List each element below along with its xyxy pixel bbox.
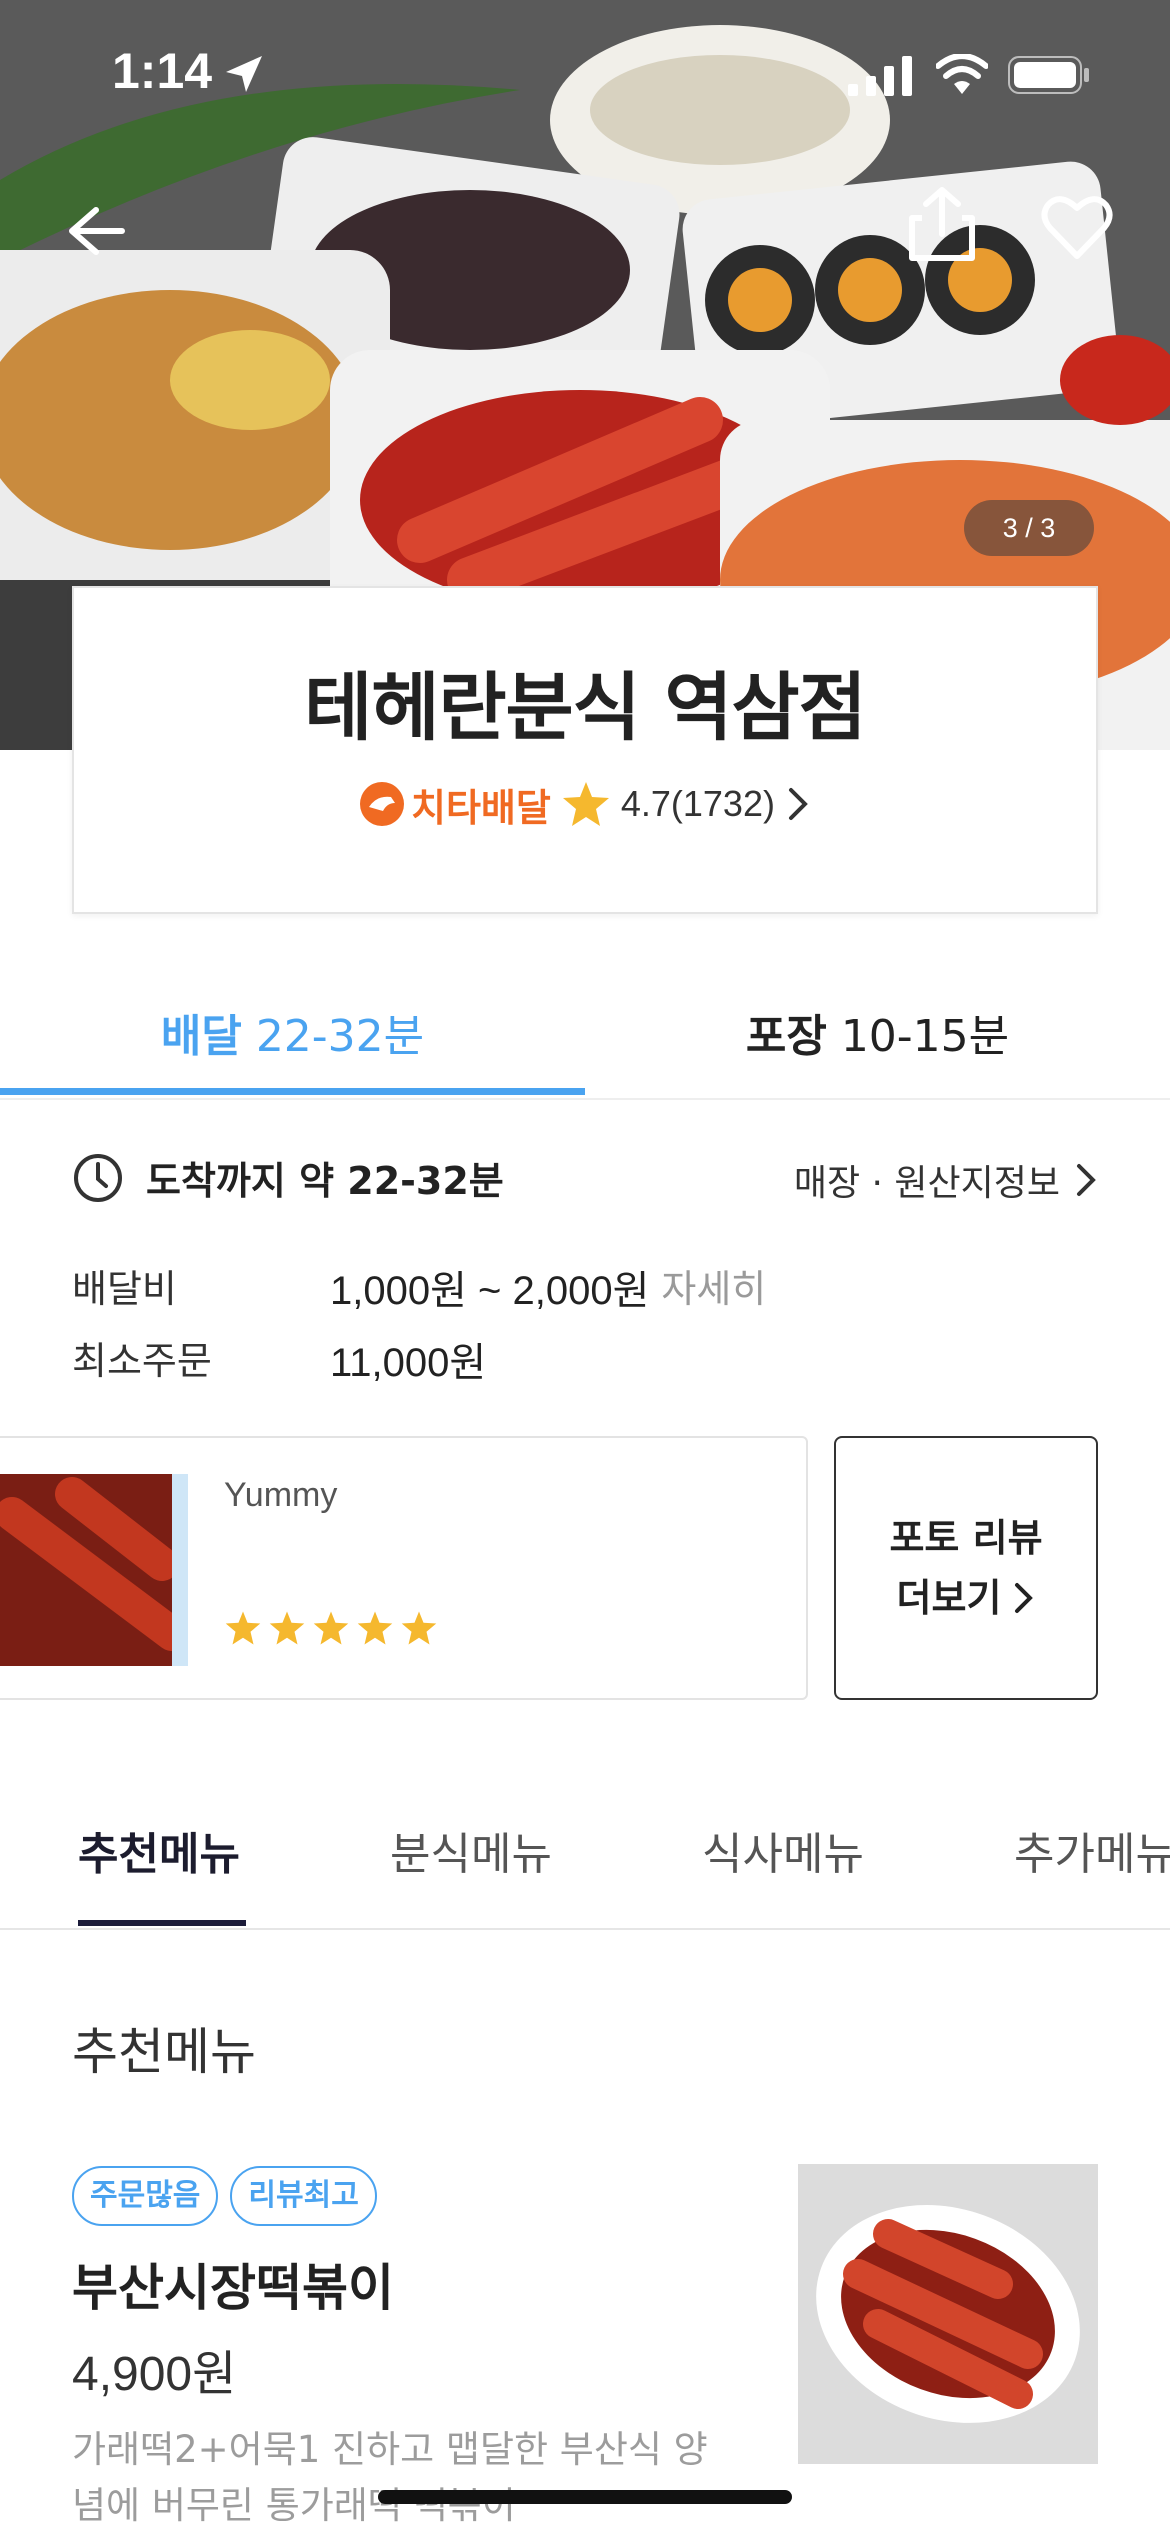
menu-item-name: 부산시장떡볶이 — [72, 2259, 394, 2317]
delivery-brand-label: 치타배달 — [411, 785, 551, 830]
menu-tab-indicator — [78, 1920, 246, 1926]
tab-delivery[interactable]: 배달 22-32분 — [0, 1000, 585, 1064]
menu-item-photo — [798, 2164, 1098, 2464]
status-time: 1:14 — [112, 43, 213, 99]
arrival-time-row: 도착까지 약 22-32분 — [72, 1150, 504, 1205]
tab-pickup[interactable]: 포장 10-15분 — [585, 1000, 1170, 1064]
delivery-fee-detail-link[interactable]: 자세히 — [661, 1258, 766, 1316]
min-order-value: 11,000원 — [330, 1341, 487, 1385]
review-text: Yummy — [224, 1476, 338, 1514]
tab-recommended-menu[interactable]: 추천메뉴 — [78, 1818, 240, 1882]
min-order-row: 최소주문 11,000원 — [72, 1330, 486, 1388]
chevron-right-icon — [1015, 1583, 1034, 1613]
menu-item[interactable]: 주문많음 리뷰최고 부산시장떡볶이 4,900원 가래떡2+어묵1 진하고 맵달… — [72, 2164, 1098, 2532]
tab-meal-menu[interactable]: 식사메뉴 — [702, 1818, 864, 1882]
tab-delivery-label: 배달 — [160, 1011, 242, 1062]
photo-review-line1: 포토 리뷰 — [889, 1516, 1043, 1560]
star-icon — [225, 1611, 261, 1645]
photo-review-line2: 더보기 — [897, 1570, 1036, 1626]
tab-pickup-label: 포장 — [745, 1011, 827, 1062]
rating-row[interactable]: 치타배달 4.7(1732) — [74, 774, 1096, 834]
min-order-label: 최소주문 — [72, 1339, 212, 1383]
star-icon — [313, 1611, 349, 1645]
menu-item-description: 가래떡2+어묵1 진하고 맵달한 부산식 양념에 버무린 통가래떡 떡볶이 — [72, 2428, 708, 2527]
chevron-right-icon — [1077, 1164, 1096, 1196]
review-stars — [224, 1610, 438, 1646]
review-card[interactable]: Yummy — [0, 1436, 808, 1700]
photo-review-more-button[interactable]: 포토 리뷰 더보기 — [834, 1436, 1098, 1700]
store-name: 테헤란분식 역삼점 — [304, 665, 866, 751]
menu-category-tabs: 추천메뉴 분식메뉴 식사메뉴 추가메뉴 — [0, 1790, 1170, 1930]
tab-delivery-time: 22-32분 — [255, 1011, 425, 1062]
store-origin-info-label: 매장 · 원산지정보 — [793, 1163, 1060, 1204]
star-icon — [357, 1611, 393, 1645]
heart-icon[interactable] — [1040, 192, 1114, 262]
badge-popular: 주문많음 — [72, 2166, 219, 2226]
location-arrow-icon — [226, 56, 262, 92]
clock-icon — [74, 1153, 122, 1202]
cheetah-delivery-badge: 치타배달 — [359, 777, 551, 832]
share-icon[interactable] — [904, 184, 980, 264]
badge-best-review: 리뷰최고 — [230, 2166, 377, 2226]
tab-pickup-time: 10-15분 — [840, 1011, 1010, 1062]
delivery-fee-value: 1,000원 ~ 2,000원 — [330, 1269, 650, 1313]
back-arrow-icon[interactable] — [60, 196, 130, 266]
battery-icon — [1008, 56, 1089, 94]
status-bar: 1:14 — [0, 0, 1170, 150]
delivery-fee-label: 배달비 — [72, 1267, 177, 1311]
order-type-tabs: 배달 22-32분 포장 10-15분 — [0, 960, 1170, 1100]
store-card: 테헤란분식 역삼점 치타배달 4.7(1732) — [72, 586, 1098, 914]
menu-item-price: 4,900원 — [72, 2348, 237, 2401]
wifi-icon — [936, 54, 988, 94]
star-icon — [269, 1611, 305, 1645]
rating-value: 4.7(1732) — [620, 783, 775, 824]
home-indicator — [378, 2490, 792, 2504]
menu-item-badges: 주문많음 리뷰최고 — [72, 2166, 377, 2226]
section-title: 추천메뉴 — [72, 2023, 256, 2081]
delivery-fee-row: 배달비 1,000원 ~ 2,000원 자세히 — [72, 1258, 766, 1316]
star-icon — [562, 782, 609, 826]
cellular-signal-icon — [848, 56, 912, 96]
tab-snack-menu[interactable]: 분식메뉴 — [390, 1818, 552, 1882]
review-photo — [0, 1474, 188, 1666]
tab-extra-menu[interactable]: 추가메뉴 — [1014, 1818, 1170, 1882]
active-tab-indicator — [0, 1088, 585, 1095]
chevron-right-icon — [788, 788, 808, 820]
store-origin-info-link[interactable]: 매장 · 원산지정보 — [794, 1154, 1098, 1206]
image-counter: 3 / 3 — [964, 500, 1094, 556]
arrival-text: 도착까지 약 22-32분 — [146, 1159, 504, 1203]
star-icon — [401, 1611, 437, 1645]
cheetah-logo-icon — [360, 782, 405, 826]
photo-review-more-label: 더보기 — [896, 1576, 1002, 1620]
